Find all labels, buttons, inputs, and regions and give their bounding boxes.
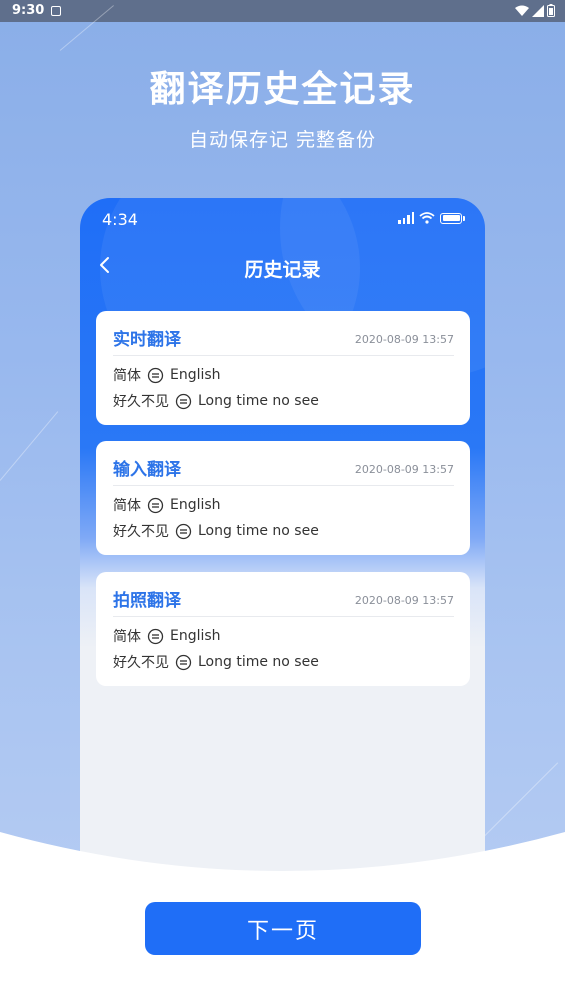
card-timestamp: 2020-08-09 13:57: [354, 594, 454, 607]
equivalence-icon: [147, 628, 164, 644]
card-title: 实时翻译: [113, 330, 181, 350]
wifi-icon: [419, 212, 435, 224]
system-time: 9:30: [12, 3, 45, 18]
signal-icon: [398, 212, 414, 224]
nav-title: 历史记录: [244, 259, 321, 281]
text-row: 好久不见 Long time no see: [113, 521, 319, 541]
card-title: 输入翻译: [113, 460, 181, 480]
text-row: 好久不见 Long time no see: [113, 652, 319, 672]
phone-status-icons: [398, 212, 465, 224]
card-title: 拍照翻译: [113, 591, 181, 611]
phone-mockup: 4:34 历史记录 实时翻译 2020-08-09 13:57 简体 Engli…: [80, 198, 485, 898]
language-row: 简体 English: [113, 365, 221, 385]
notification-icon: [51, 6, 61, 16]
target-language: English: [170, 367, 221, 383]
text-row: 好久不见 Long time no see: [113, 391, 319, 411]
battery-tip: [463, 215, 465, 221]
history-card[interactable]: 实时翻译 2020-08-09 13:57 简体 English 好久不见 Lo…: [96, 311, 470, 425]
target-text: Long time no see: [198, 523, 319, 539]
language-row: 简体 English: [113, 626, 221, 646]
card-divider: [113, 616, 454, 617]
source-text: 好久不见: [113, 655, 169, 671]
hero-title: 翻译历史全记录: [149, 69, 416, 110]
equivalence-icon: [147, 497, 164, 513]
source-language: 简体: [113, 368, 141, 384]
system-status-bar: 9:30: [0, 0, 565, 22]
target-language: English: [170, 628, 221, 644]
history-card[interactable]: 输入翻译 2020-08-09 13:57 简体 English 好久不见 Lo…: [96, 441, 470, 555]
battery-icon: [547, 4, 555, 17]
source-language: 简体: [113, 629, 141, 645]
source-text: 好久不见: [113, 394, 169, 410]
equivalence-icon: [175, 393, 192, 409]
source-text: 好久不见: [113, 524, 169, 540]
equivalence-icon: [147, 367, 164, 383]
history-card[interactable]: 拍照翻译 2020-08-09 13:57 简体 English 好久不见 Lo…: [96, 572, 470, 686]
hero-subtitle: 自动保存记 完整备份: [188, 129, 377, 151]
target-text: Long time no see: [198, 654, 319, 670]
target-language: English: [170, 497, 221, 513]
language-row: 简体 English: [113, 495, 221, 515]
phone-status-time: 4:34: [102, 210, 138, 229]
system-indicators: [515, 4, 555, 17]
equivalence-icon: [175, 523, 192, 539]
target-text: Long time no see: [198, 393, 319, 409]
wifi-icon: [515, 5, 529, 16]
equivalence-icon: [175, 654, 192, 670]
card-divider: [113, 355, 454, 356]
battery-icon: [440, 212, 462, 224]
signal-icon: [532, 4, 544, 17]
next-page-button[interactable]: 下一页: [145, 902, 421, 955]
source-language: 简体: [113, 498, 141, 514]
card-timestamp: 2020-08-09 13:57: [354, 463, 454, 476]
card-timestamp: 2020-08-09 13:57: [354, 333, 454, 346]
card-divider: [113, 485, 454, 486]
decor-line: [0, 411, 59, 481]
